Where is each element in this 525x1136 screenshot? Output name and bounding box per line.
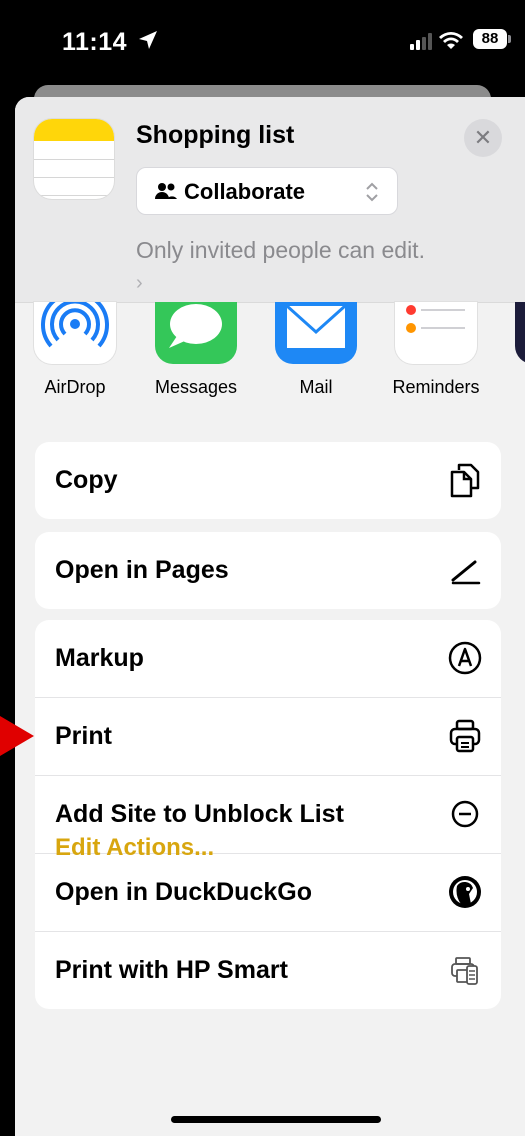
app-label-reminders: Reminders xyxy=(392,377,480,397)
status-time: 11:14 xyxy=(62,28,128,56)
cellular-signal-icon xyxy=(410,33,432,50)
location-arrow-icon xyxy=(139,31,157,49)
action-open-duckduckgo[interactable]: Open in DuckDuckGo xyxy=(35,853,501,931)
action-open-duckduckgo-label: Open in DuckDuckGo xyxy=(55,878,312,906)
share-header: Shopping list ✕ Collaborate Only invited… xyxy=(15,97,525,303)
collaborate-label: Collaborate xyxy=(184,179,306,204)
action-open-in-pages[interactable]: Open in Pages xyxy=(35,532,501,609)
action-group-more: Markup Print Add Site to Unblock List Op… xyxy=(35,620,501,1009)
action-print-hp-smart[interactable]: Print with HP Smart xyxy=(35,931,501,1009)
battery-indicator: 88 xyxy=(473,29,507,49)
people-icon xyxy=(155,183,177,199)
action-markup[interactable]: Markup xyxy=(35,620,501,697)
home-indicator xyxy=(171,1116,381,1123)
share-apps-row: AirDrop Messages Mail Reminders xyxy=(15,290,525,417)
share-sheet: Shopping list ✕ Collaborate Only invited… xyxy=(15,97,525,1136)
reminders-list-icon xyxy=(406,305,465,333)
share-title: Shopping list xyxy=(136,121,295,149)
messages-bubble-icon xyxy=(169,304,222,348)
action-open-in-pages-label: Open in Pages xyxy=(55,556,229,584)
pages-pen-icon xyxy=(451,560,481,585)
app-label-messages: Messages xyxy=(154,377,238,397)
printer-icon xyxy=(449,719,481,753)
minus-circle-icon xyxy=(451,800,479,828)
collaborate-dropdown[interactable]: Collaborate xyxy=(136,167,398,215)
airdrop-icon xyxy=(41,290,109,348)
close-button[interactable]: ✕ xyxy=(464,119,502,157)
chevron-right-icon: › xyxy=(136,272,143,294)
edit-actions-link[interactable]: Edit Actions... xyxy=(55,834,214,862)
app-label-mail: Mail xyxy=(299,377,333,397)
action-add-site-unblock-label: Add Site to Unblock List xyxy=(55,800,344,828)
copy-icon xyxy=(450,463,480,498)
action-print-label: Print xyxy=(55,722,112,750)
red-pointer-arrow-icon xyxy=(0,716,34,756)
action-group-pages: Open in Pages xyxy=(35,532,501,609)
action-copy-label: Copy xyxy=(55,466,118,494)
action-copy[interactable]: Copy xyxy=(35,442,501,519)
app-label-airdrop: AirDrop xyxy=(44,377,106,397)
action-print[interactable]: Print xyxy=(35,697,501,775)
chevron-up-down-icon xyxy=(366,182,378,202)
markup-icon xyxy=(448,641,482,675)
wifi-icon xyxy=(439,32,463,49)
action-group-copy: Copy xyxy=(35,442,501,519)
notes-app-icon xyxy=(34,119,114,199)
status-bar: 11:14 88 xyxy=(0,0,525,90)
action-markup-label: Markup xyxy=(55,644,144,672)
duckduckgo-icon xyxy=(449,876,481,908)
mail-envelope-icon xyxy=(285,304,347,348)
permission-text[interactable]: Only invited people can edit. xyxy=(136,237,425,264)
hp-smart-icon xyxy=(451,957,478,985)
action-print-hp-smart-label: Print with HP Smart xyxy=(55,956,288,984)
battery-nub xyxy=(508,35,511,43)
